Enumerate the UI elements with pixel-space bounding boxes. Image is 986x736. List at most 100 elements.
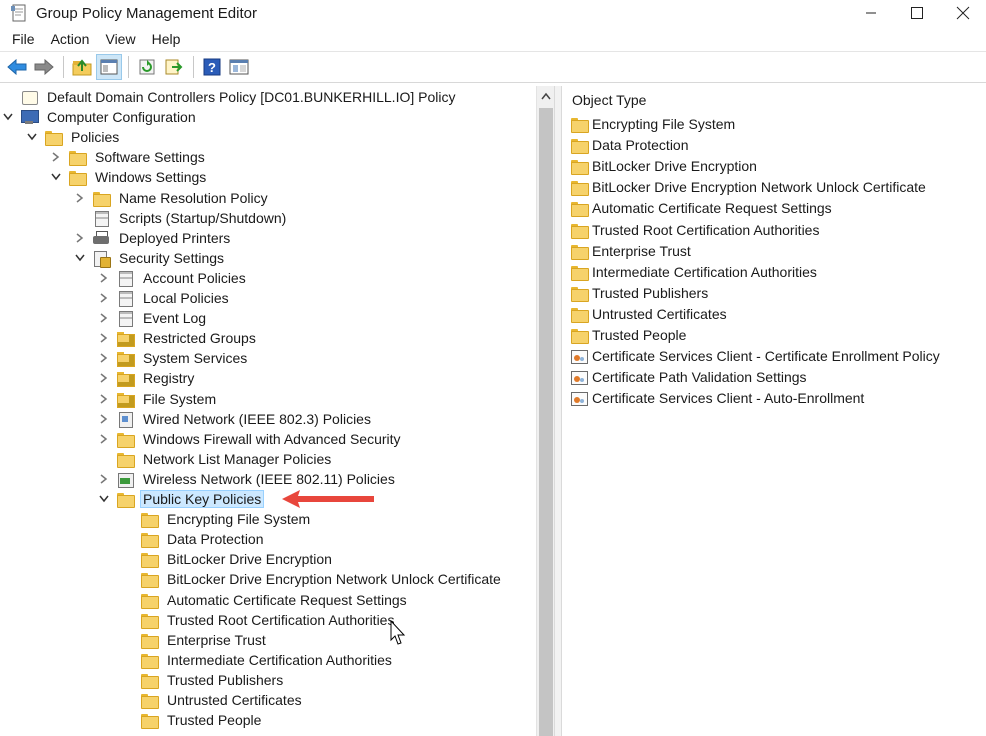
- list-item-label: Enterprise Trust: [592, 242, 691, 259]
- list-item[interactable]: BitLocker Drive Encryption Network Unloc…: [570, 177, 926, 197]
- tree-item[interactable]: Untrusted Certificates: [120, 690, 305, 710]
- tree-item[interactable]: Software Settings: [48, 147, 208, 167]
- chevron-down-icon[interactable]: [24, 127, 40, 147]
- export-list-icon[interactable]: [161, 54, 187, 80]
- tree-item[interactable]: Encrypting File System: [120, 509, 313, 529]
- tree-item[interactable]: Registry: [96, 368, 197, 388]
- maximize-icon[interactable]: [894, 0, 940, 26]
- tree-item[interactable]: Data Protection: [120, 529, 267, 549]
- pane-splitter[interactable]: [554, 86, 562, 736]
- list-item[interactable]: Certificate Services Client - Certificat…: [570, 346, 940, 366]
- tree-item-label: Wired Network (IEEE 802.3) Policies: [143, 410, 371, 427]
- chevron-right-icon[interactable]: [96, 288, 112, 308]
- tree-item-label: Data Protection: [167, 531, 264, 548]
- up-folder-icon[interactable]: [69, 54, 95, 80]
- svg-text:?: ?: [208, 60, 216, 75]
- tree-item[interactable]: Scripts (Startup/Shutdown): [72, 208, 289, 228]
- minimize-icon[interactable]: [848, 0, 894, 26]
- chevron-right-icon[interactable]: [96, 268, 112, 288]
- chevron-right-icon[interactable]: [96, 389, 112, 409]
- folder-icon: [116, 451, 135, 468]
- scrollbar-thumb[interactable]: [539, 108, 553, 736]
- tree-item[interactable]: Local Policies: [96, 288, 232, 308]
- chevron-right-icon[interactable]: [96, 429, 112, 449]
- chevron-right-icon[interactable]: [72, 228, 88, 248]
- list-item[interactable]: Trusted People: [570, 325, 686, 345]
- list-item[interactable]: Certificate Path Validation Settings: [570, 367, 807, 387]
- tree-item-label: Scripts (Startup/Shutdown): [119, 209, 287, 226]
- chevron-right-icon[interactable]: [96, 328, 112, 348]
- tree-item[interactable]: Automatic Certificate Request Settings: [120, 590, 410, 610]
- chevron-right-icon[interactable]: [96, 469, 112, 489]
- menu-help[interactable]: Help: [144, 31, 189, 47]
- help-icon[interactable]: ?: [199, 54, 225, 80]
- tree-item[interactable]: Default Domain Controllers Policy [DC01.…: [0, 87, 458, 107]
- forward-icon[interactable]: [31, 54, 57, 80]
- chevron-down-icon[interactable]: [72, 248, 88, 268]
- list-item[interactable]: Intermediate Certification Authorities: [570, 262, 817, 282]
- chevron-right-icon[interactable]: [48, 147, 64, 167]
- menu-file[interactable]: File: [4, 31, 43, 47]
- chevron-down-icon[interactable]: [48, 167, 64, 187]
- list-item[interactable]: Untrusted Certificates: [570, 304, 727, 324]
- close-icon[interactable]: [940, 0, 986, 26]
- tree-item[interactable]: System Services: [96, 348, 250, 368]
- column-header-object-type[interactable]: Object Type: [572, 92, 646, 108]
- tree-item-label: Enterprise Trust: [167, 631, 266, 648]
- tree-item-label: Public Key Policies: [140, 490, 265, 508]
- tree-item[interactable]: Intermediate Certification Authorities: [120, 650, 395, 670]
- list-item[interactable]: Trusted Publishers: [570, 283, 708, 303]
- chevron-right-icon[interactable]: [96, 368, 112, 388]
- list-item[interactable]: Certificate Services Client - Auto-Enrol…: [570, 388, 864, 408]
- tree-item[interactable]: Windows Settings: [48, 167, 209, 187]
- tree-item[interactable]: Trusted People: [120, 710, 264, 730]
- chevron-right-icon[interactable]: [96, 409, 112, 429]
- chevron-down-icon[interactable]: [0, 107, 16, 127]
- tree-item[interactable]: Computer Configuration: [0, 107, 199, 127]
- list-item[interactable]: BitLocker Drive Encryption: [570, 156, 757, 176]
- refresh-icon[interactable]: [134, 54, 160, 80]
- list-item[interactable]: Data Protection: [570, 135, 689, 155]
- tree-item[interactable]: Public Key Policies: [96, 489, 265, 509]
- tree-item[interactable]: Event Log: [96, 308, 209, 328]
- tree-item[interactable]: Deployed Printers: [72, 228, 233, 248]
- tree-item[interactable]: Policies: [24, 127, 122, 147]
- back-icon[interactable]: [4, 54, 30, 80]
- tree-item[interactable]: Restricted Groups: [96, 328, 259, 348]
- tree-item[interactable]: Network List Manager Policies: [96, 449, 334, 469]
- tree-item[interactable]: Security Settings: [72, 248, 227, 268]
- tree-item[interactable]: Name Resolution Policy: [72, 188, 271, 208]
- tree-item[interactable]: Trusted Root Certification Authorities: [120, 610, 397, 630]
- tree-vertical-scrollbar[interactable]: [536, 86, 554, 736]
- menu-view[interactable]: View: [97, 31, 143, 47]
- list-item[interactable]: Encrypting File System: [570, 114, 735, 134]
- tree-item[interactable]: File System: [96, 389, 219, 409]
- tree-item[interactable]: Windows Firewall with Advanced Security: [96, 429, 404, 449]
- tree-item[interactable]: Account Policies: [96, 268, 249, 288]
- folder-icon: [140, 551, 159, 569]
- list-item-label: Trusted Publishers: [592, 284, 709, 301]
- chevron-right-icon[interactable]: [96, 308, 112, 328]
- tree-item[interactable]: BitLocker Drive Encryption: [120, 549, 335, 569]
- folder-icon: [140, 692, 159, 709]
- console-tree[interactable]: Default Domain Controllers Policy [DC01.…: [0, 86, 536, 736]
- chevron-right-icon[interactable]: [72, 188, 88, 208]
- tree-item[interactable]: Trusted Publishers: [120, 670, 286, 690]
- scroll-up-arrow-icon[interactable]: [537, 86, 555, 106]
- list-item[interactable]: Automatic Certificate Request Settings: [570, 198, 832, 218]
- menu-action[interactable]: Action: [43, 31, 98, 47]
- tree-item[interactable]: BitLocker Drive Encryption Network Unloc…: [120, 569, 504, 589]
- tree-item[interactable]: Wireless Network (IEEE 802.11) Policies: [96, 469, 398, 489]
- list-item[interactable]: Trusted Root Certification Authorities: [570, 220, 819, 240]
- chevron-down-icon[interactable]: [96, 489, 112, 509]
- tree-item[interactable]: Wired Network (IEEE 802.3) Policies: [96, 409, 374, 429]
- show-hide-tree-icon[interactable]: [96, 54, 122, 80]
- tree-item-label: Trusted Root Certification Authorities: [167, 611, 395, 628]
- tree-item[interactable]: Enterprise Trust: [120, 630, 269, 650]
- folder-icon: [570, 243, 589, 260]
- list-item[interactable]: Enterprise Trust: [570, 241, 691, 261]
- chevron-right-icon[interactable]: [96, 348, 112, 368]
- properties-icon[interactable]: [226, 54, 252, 80]
